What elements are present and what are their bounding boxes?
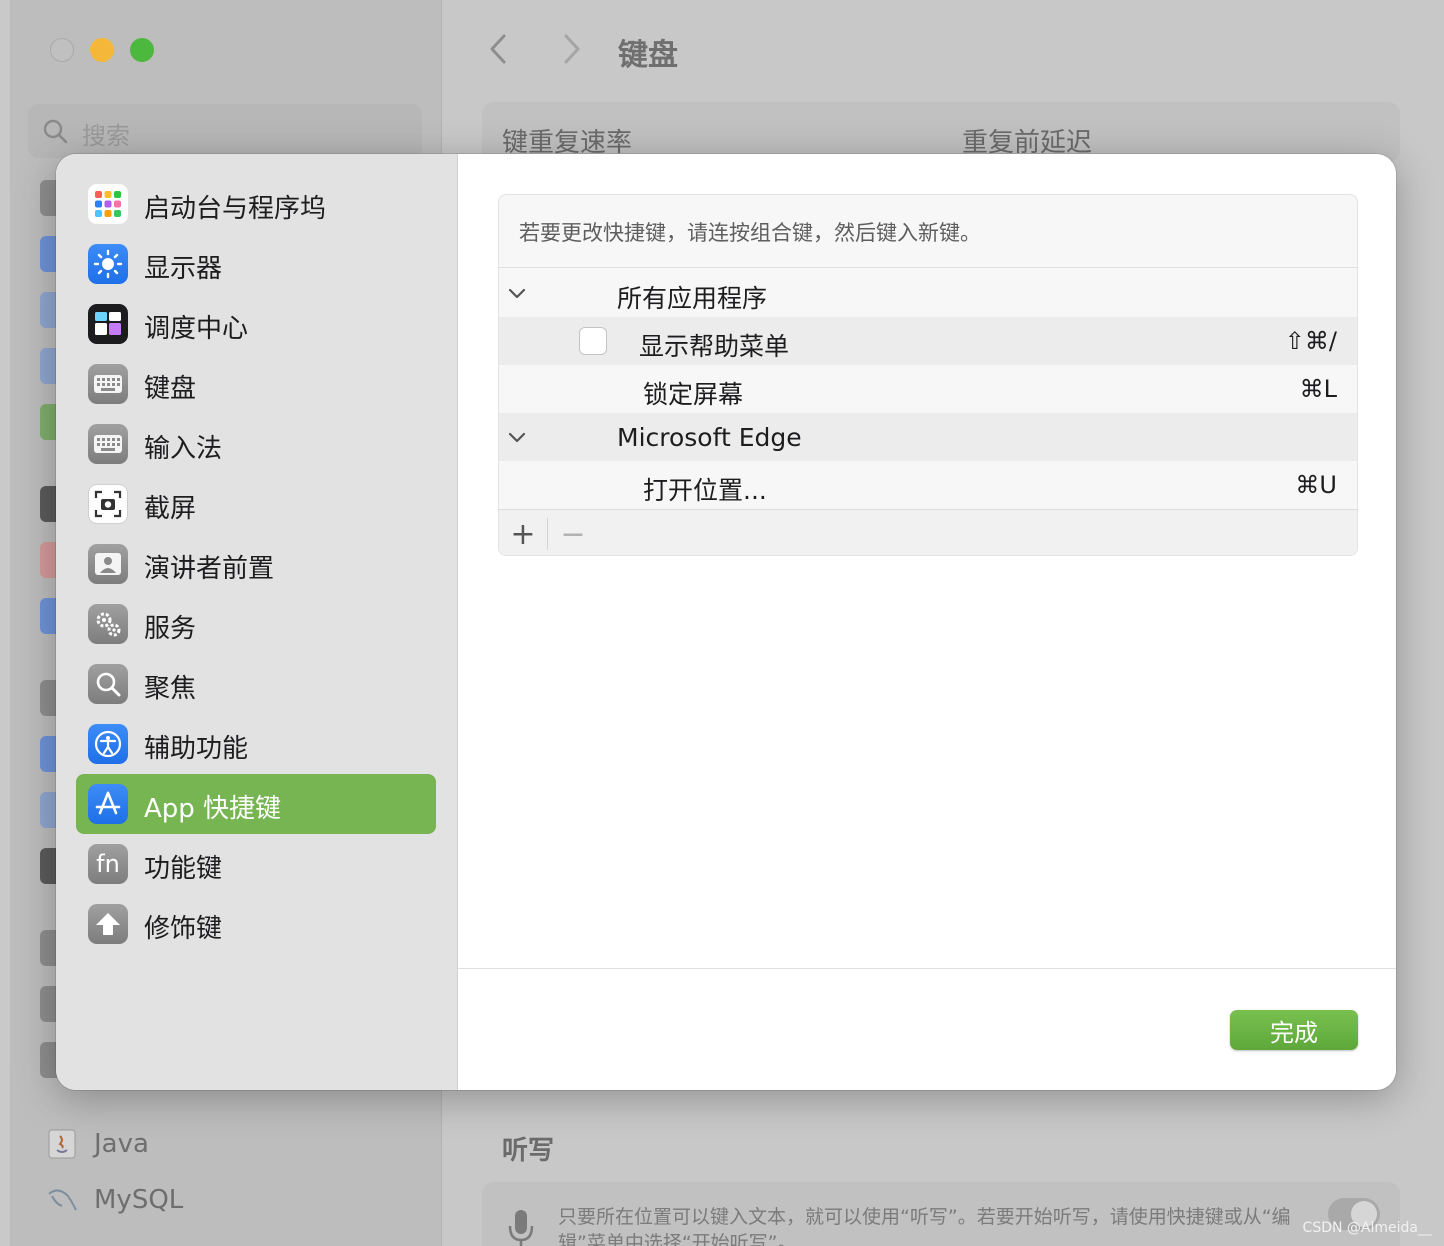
- dictation-description: 只要所在位置可以键入文本，就可以使用“听写”。若要开始听写，请使用快捷键或从“编…: [558, 1206, 1291, 1246]
- sidebar-item-mysql[interactable]: MySQL: [46, 1184, 183, 1216]
- shortcut-keys[interactable]: ⇧⌘/: [1285, 327, 1337, 355]
- sidebar-item-app-shortcuts[interactable]: App 快捷键: [76, 774, 436, 834]
- sidebar-item-launchpad-dock[interactable]: 启动台与程序坞: [76, 174, 436, 234]
- watermark: CSDN @Almeida__: [1302, 1220, 1432, 1236]
- sidebar-item-displays[interactable]: 显示器: [76, 234, 436, 294]
- sidebar-item-modifier-keys[interactable]: 修饰键: [76, 894, 436, 954]
- dictation-section-title: 听写: [502, 1136, 555, 1166]
- chevron-down-icon[interactable]: [505, 425, 529, 449]
- java-icon: [48, 1129, 76, 1159]
- screenshot-camera-icon: [88, 484, 128, 524]
- fn-key-icon: fn: [88, 844, 128, 884]
- sidebar-item-label: 辅助功能: [144, 734, 249, 764]
- spotlight-search-icon: [88, 664, 128, 704]
- window-close-button[interactable]: [50, 38, 74, 62]
- done-button[interactable]: 完成: [1230, 1010, 1358, 1050]
- sidebar-item-label: 键盘: [144, 374, 197, 404]
- sidebar-item-label: 调度中心: [144, 314, 249, 344]
- sidebar-item-label: 服务: [144, 614, 197, 644]
- sidebar-item-label: 显示器: [144, 254, 223, 284]
- mysql-icon: [48, 1189, 77, 1211]
- mission-control-icon: [88, 304, 128, 344]
- table-row-open-location[interactable]: 打开位置... ⌘U: [499, 461, 1357, 509]
- presenter-overlay-icon: [88, 544, 128, 584]
- shortcuts-panel: 若要更改快捷键，请连按组合键，然后键入新键。 所有应用程序 显示帮助菜单 ⇧⌘/…: [458, 154, 1396, 1090]
- sidebar-item-label: App 快捷键: [144, 794, 282, 824]
- sidebar-item-spotlight[interactable]: 聚焦: [76, 654, 436, 714]
- launchpad-icon: [88, 184, 128, 224]
- sidebar-item-presenter-overlay[interactable]: 演讲者前置: [76, 534, 436, 594]
- shortcut-label: 打开位置...: [643, 476, 767, 505]
- sidebar-item-label: Java: [94, 1129, 149, 1159]
- window-zoom-button[interactable]: [130, 38, 154, 62]
- accessibility-icon: [88, 724, 128, 764]
- enable-checkbox[interactable]: [579, 327, 607, 355]
- sidebar-item-label: 聚焦: [144, 674, 197, 704]
- sheet-sidebar: 启动台与程序坞 显示器 调度中心 键盘 输入法 截屏 演讲者前置 服务 聚焦 辅…: [56, 154, 458, 1090]
- sidebar-item-label: 修饰键: [144, 914, 223, 944]
- table-toolbar: + −: [499, 509, 1357, 555]
- sidebar-item-java[interactable]: Java: [46, 1128, 149, 1160]
- group-label: 所有应用程序: [617, 284, 768, 313]
- sidebar-item-services[interactable]: 服务: [76, 594, 436, 654]
- shortcut-label: 锁定屏幕: [643, 380, 744, 409]
- modifier-up-arrow-icon: [88, 904, 128, 944]
- chevron-down-icon[interactable]: [505, 281, 529, 305]
- app-shortcuts-sheet: 启动台与程序坞 显示器 调度中心 键盘 输入法 截屏 演讲者前置 服务 聚焦 辅…: [56, 154, 1396, 1090]
- display-brightness-icon: [88, 244, 128, 284]
- sidebar-item-label: 截屏: [144, 494, 197, 524]
- sidebar-item-label: 演讲者前置: [144, 554, 275, 584]
- microphone-icon: [508, 1210, 534, 1246]
- keyboard-icon: [88, 364, 128, 404]
- shortcut-label: 显示帮助菜单: [639, 332, 790, 361]
- sidebar-item-accessibility[interactable]: 辅助功能: [76, 714, 436, 774]
- dictation-card: 只要所在位置可以键入文本，就可以使用“听写”。若要开始听写，请使用快捷键或从“编…: [482, 1182, 1400, 1246]
- group-row-all-applications[interactable]: 所有应用程序: [499, 269, 1357, 317]
- divider: [499, 267, 1357, 268]
- table-row-show-help-menu[interactable]: 显示帮助菜单 ⇧⌘/: [499, 317, 1357, 365]
- page-title: 键盘: [618, 38, 678, 73]
- sidebar-item-label: 输入法: [144, 434, 223, 464]
- table-row-lock-screen[interactable]: 锁定屏幕 ⌘L: [499, 365, 1357, 413]
- divider: [547, 518, 548, 550]
- sidebar-item-label: 功能键: [144, 854, 223, 884]
- sidebar-item-mission-control[interactable]: 调度中心: [76, 294, 436, 354]
- group-row-microsoft-edge[interactable]: Microsoft Edge: [499, 413, 1357, 461]
- shortcut-keys[interactable]: ⌘L: [1300, 375, 1337, 403]
- shortcuts-table: 若要更改快捷键，请连按组合键，然后键入新键。 所有应用程序 显示帮助菜单 ⇧⌘/…: [498, 194, 1358, 556]
- services-gears-icon: [88, 604, 128, 644]
- group-label: Microsoft Edge: [617, 423, 802, 452]
- sidebar-item-screenshots[interactable]: 截屏: [76, 474, 436, 534]
- forward-chevron-icon[interactable]: [556, 32, 586, 66]
- key-repeat-card: 键重复速率 重复前延迟: [482, 102, 1400, 162]
- sidebar-item-label: 启动台与程序坞: [144, 194, 327, 224]
- search-placeholder: 搜索: [82, 122, 130, 150]
- back-chevron-icon[interactable]: [484, 32, 514, 66]
- sidebar-item-label: MySQL: [94, 1185, 184, 1215]
- input-source-keyboard-icon: [88, 424, 128, 464]
- search-icon: [43, 119, 68, 144]
- shortcut-keys[interactable]: ⌘U: [1295, 471, 1337, 499]
- divider: [458, 968, 1396, 969]
- remove-shortcut-button[interactable]: −: [555, 516, 591, 552]
- shortcut-hint-text: 若要更改快捷键，请连按组合键，然后键入新键。: [519, 221, 981, 245]
- add-shortcut-button[interactable]: +: [505, 516, 541, 552]
- sidebar-item-function-keys[interactable]: fn 功能键: [76, 834, 436, 894]
- window-minimize-button[interactable]: [90, 38, 114, 62]
- sidebar-item-input-sources[interactable]: 输入法: [76, 414, 436, 474]
- app-store-icon: [88, 784, 128, 824]
- settings-search-field[interactable]: 搜索: [28, 104, 422, 158]
- sidebar-item-keyboard[interactable]: 键盘: [76, 354, 436, 414]
